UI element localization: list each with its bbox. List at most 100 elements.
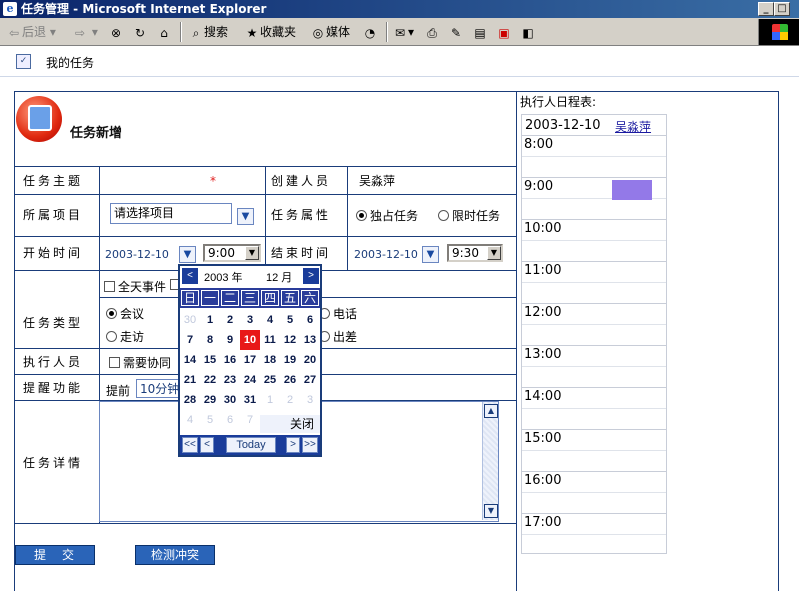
- calendar-day[interactable]: 31: [240, 390, 260, 410]
- schedule-slot: 10:00: [522, 219, 666, 261]
- calendar-day[interactable]: 11: [260, 330, 280, 350]
- calendar-day[interactable]: 4: [180, 410, 200, 430]
- calendar-next-year-button[interactable]: >>: [302, 437, 318, 453]
- calendar-day[interactable]: 29: [200, 390, 220, 410]
- calendar-day[interactable]: 1: [200, 310, 220, 330]
- calendar-close-button[interactable]: 关闭: [260, 415, 320, 433]
- end-time-select[interactable]: 9:30 ▼: [447, 244, 503, 262]
- calendar-day[interactable]: 30: [180, 310, 200, 330]
- stop-button[interactable]: ⊗: [108, 22, 124, 42]
- calendar-day[interactable]: 21: [180, 370, 200, 390]
- check-conflict-button[interactable]: 检测冲突: [135, 545, 215, 565]
- type-option-phone[interactable]: 电话: [319, 305, 357, 322]
- calendar-day[interactable]: 9: [220, 330, 240, 350]
- scroll-down-icon[interactable]: ▼: [484, 504, 498, 518]
- project-select[interactable]: 请选择项目: [110, 203, 232, 224]
- scroll-up-icon[interactable]: ▲: [484, 404, 498, 418]
- schedule-user-link[interactable]: 吴淼萍: [615, 118, 651, 135]
- calendar-day[interactable]: 23: [220, 370, 240, 390]
- calendar-day[interactable]: 4: [260, 310, 280, 330]
- calendar-day[interactable]: 2: [280, 390, 300, 410]
- calendar-day[interactable]: 13: [300, 330, 320, 350]
- end-date-picker-button[interactable]: ▼: [422, 246, 439, 263]
- collab-checkbox[interactable]: 需要协同: [109, 354, 171, 371]
- calendar-day[interactable]: 6: [300, 310, 320, 330]
- calendar-day[interactable]: 26: [280, 370, 300, 390]
- calendar-day[interactable]: 7: [240, 410, 260, 430]
- mail-button[interactable]: ✉ ▾: [392, 22, 414, 42]
- checkbox-icon[interactable]: [104, 281, 115, 292]
- calendar-day[interactable]: 10: [240, 330, 260, 350]
- type-option-meeting[interactable]: 会议: [106, 305, 144, 322]
- edit-button[interactable]: ✎: [448, 22, 464, 42]
- calendar-year[interactable]: 2003 年: [204, 269, 243, 285]
- project-dropdown-button[interactable]: ▼: [237, 208, 254, 225]
- calendar-day[interactable]: 7: [180, 330, 200, 350]
- radio-icon[interactable]: [106, 308, 117, 319]
- start-time-select[interactable]: 9:00 ▼: [203, 244, 261, 262]
- calendar-day[interactable]: 2: [220, 310, 240, 330]
- calendar-day[interactable]: 14: [180, 350, 200, 370]
- calendar-day[interactable]: 12: [280, 330, 300, 350]
- media-button[interactable]: ◎ 媒体: [310, 22, 350, 42]
- start-date-picker-button[interactable]: ▼: [179, 246, 196, 263]
- calendar-day[interactable]: 19: [280, 350, 300, 370]
- dropdown-arrow-icon[interactable]: ▼: [245, 246, 259, 260]
- calendar-month[interactable]: 12 月: [266, 269, 292, 285]
- dropdown-arrow-icon[interactable]: ▼: [487, 246, 501, 260]
- search-button[interactable]: ⌕ 搜索: [188, 22, 228, 42]
- calendar-day[interactable]: 24: [240, 370, 260, 390]
- calendar-prev-month-button[interactable]: <: [182, 268, 198, 284]
- slot-time: 9:00: [524, 179, 554, 194]
- calendar-day[interactable]: 3: [300, 390, 320, 410]
- calendar-day[interactable]: 5: [200, 410, 220, 430]
- calendar-next-month-small-button[interactable]: >: [286, 437, 300, 453]
- radio-icon[interactable]: [356, 210, 367, 221]
- allday-checkbox[interactable]: 全天事件: [104, 278, 166, 295]
- calendar-day[interactable]: 6: [220, 410, 240, 430]
- calendar-today-button[interactable]: Today: [226, 437, 276, 453]
- forward-button[interactable]: ⇨ ▾: [72, 22, 98, 42]
- end-date-value[interactable]: 2003-12-10: [354, 248, 418, 261]
- calendar-day[interactable]: 28: [180, 390, 200, 410]
- attr-option-exclusive[interactable]: 独占任务: [356, 207, 418, 224]
- calendar-day[interactable]: 3: [240, 310, 260, 330]
- calendar-day[interactable]: 22: [200, 370, 220, 390]
- calendar-day[interactable]: 27: [300, 370, 320, 390]
- calendar-prev-year-button[interactable]: <<: [182, 437, 198, 453]
- back-button[interactable]: ⇦ 后退 ▾: [6, 22, 56, 42]
- minimize-button[interactable]: _: [758, 2, 774, 16]
- type-option-visit[interactable]: 走访: [106, 328, 144, 345]
- busy-block[interactable]: [612, 180, 652, 200]
- calendar-next-month-button[interactable]: >: [303, 268, 319, 284]
- calendar-day[interactable]: 25: [260, 370, 280, 390]
- submit-button[interactable]: 提 交: [15, 545, 95, 565]
- home-button[interactable]: ⌂: [156, 22, 172, 42]
- attr-option-timed[interactable]: 限时任务: [438, 207, 500, 224]
- breadcrumb-label[interactable]: 我的任务: [46, 54, 94, 71]
- calendar-day[interactable]: 17: [240, 350, 260, 370]
- calendar-day[interactable]: 30: [220, 390, 240, 410]
- messenger-button[interactable]: ▣: [496, 22, 512, 42]
- print-button[interactable]: ⎙: [424, 22, 440, 42]
- start-date-value[interactable]: 2003-12-10: [105, 248, 169, 261]
- checkbox-icon[interactable]: [109, 357, 120, 368]
- radio-icon[interactable]: [106, 331, 117, 342]
- calendar-day[interactable]: 18: [260, 350, 280, 370]
- research-button[interactable]: ◧: [520, 22, 536, 42]
- refresh-button[interactable]: ↻: [132, 22, 148, 42]
- calendar-day[interactable]: 5: [280, 310, 300, 330]
- radio-icon[interactable]: [438, 210, 449, 221]
- discuss-button[interactable]: ▤: [472, 22, 488, 42]
- history-button[interactable]: ◔: [362, 22, 378, 42]
- calendar-prev-month-small-button[interactable]: <: [200, 437, 214, 453]
- calendar-day[interactable]: 15: [200, 350, 220, 370]
- calendar-day[interactable]: 1: [260, 390, 280, 410]
- maximize-button[interactable]: □: [774, 2, 790, 16]
- calendar-day[interactable]: 8: [200, 330, 220, 350]
- type-option-trip[interactable]: 出差: [319, 328, 357, 345]
- calendar-day[interactable]: 20: [300, 350, 320, 370]
- favorites-button[interactable]: ★ 收藏夹: [244, 22, 296, 42]
- textarea-scrollbar[interactable]: ▲ ▼: [482, 402, 498, 520]
- calendar-day[interactable]: 16: [220, 350, 240, 370]
